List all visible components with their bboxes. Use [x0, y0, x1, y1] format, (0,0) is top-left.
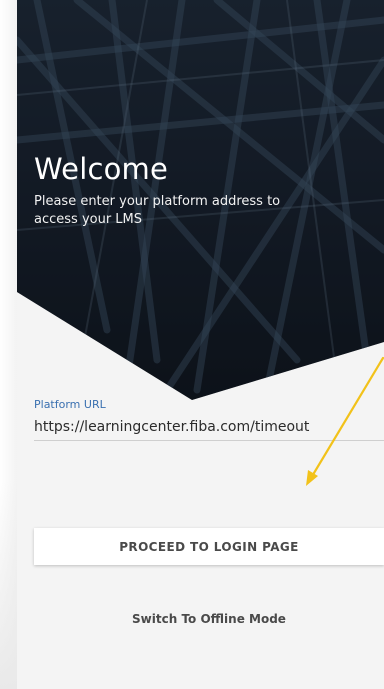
- app-screen: Welcome Please enter your platform addre…: [17, 0, 384, 689]
- platform-url-input[interactable]: [34, 414, 384, 441]
- welcome-subtitle: Please enter your platform address to ac…: [34, 194, 281, 227]
- left-edge-shadow: [0, 480, 17, 689]
- proceed-to-login-button[interactable]: PROCEED TO LOGIN PAGE: [34, 528, 384, 565]
- welcome-title: Welcome: [34, 152, 169, 186]
- platform-url-label: Platform URL: [34, 398, 106, 411]
- switch-offline-mode-link[interactable]: Switch To Offline Mode: [34, 612, 384, 626]
- screenshot-stage: Welcome Please enter your platform addre…: [0, 0, 384, 689]
